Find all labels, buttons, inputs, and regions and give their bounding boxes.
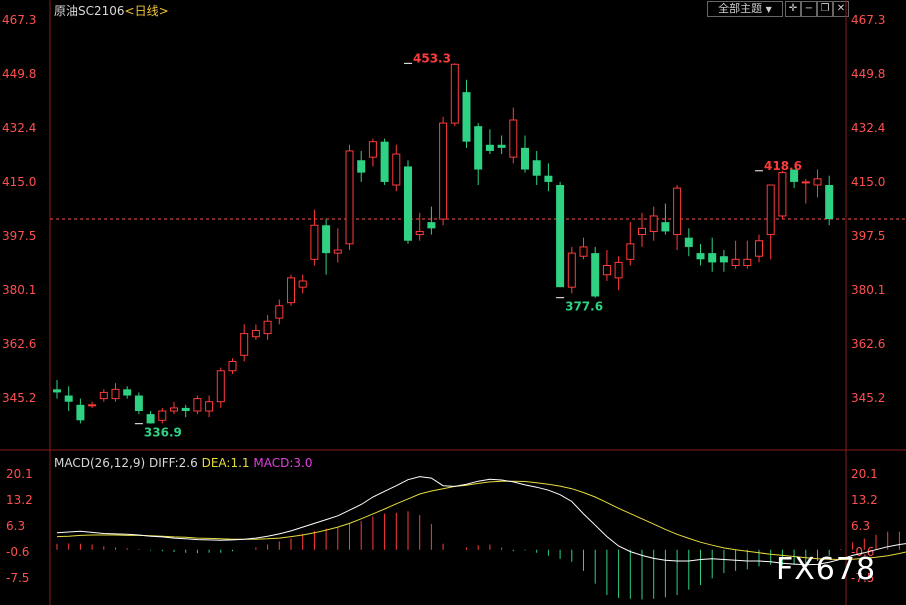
candle-down <box>497 144 506 148</box>
price-tick-label-left: 449.8 <box>2 67 36 81</box>
candle-up <box>193 398 202 412</box>
candle-down <box>474 126 483 170</box>
candle-down <box>532 160 541 176</box>
macd-tick-label-left: 13.2 <box>6 493 33 507</box>
candle-up <box>626 243 635 260</box>
candle-down <box>322 225 331 254</box>
candle-up <box>263 320 272 335</box>
candle-up <box>755 240 763 257</box>
candle-down <box>485 144 494 151</box>
watermark-logo: FX678 <box>776 552 877 587</box>
price-tick-label-right: 415.0 <box>851 175 885 189</box>
candle-down <box>696 253 705 260</box>
chart-window: { "header": { "instrument": "原油SC2106", … <box>0 0 906 605</box>
candle-down <box>544 175 553 182</box>
candle-up <box>743 258 752 266</box>
candle-up <box>368 141 377 158</box>
candle-up <box>158 410 167 421</box>
candle-down <box>661 222 670 232</box>
candle-up <box>333 249 342 254</box>
candle-up <box>649 215 658 232</box>
candle-up <box>778 172 787 217</box>
candle-down <box>462 92 471 142</box>
candle-down <box>556 185 565 288</box>
candle-up <box>509 119 518 158</box>
candle-up <box>392 153 401 186</box>
price-tick-label-right: 432.4 <box>851 121 885 135</box>
price-tick-label-right: 345.2 <box>851 391 885 405</box>
candle-up <box>673 187 682 236</box>
candle-up <box>345 150 354 245</box>
candle-up <box>99 391 108 400</box>
candle-up <box>310 224 319 260</box>
candle-up <box>88 404 97 407</box>
candle-down <box>146 414 155 424</box>
candle-down <box>181 407 190 412</box>
candle-down <box>76 404 85 421</box>
price-tick-label-left: 432.4 <box>2 121 36 135</box>
candle-up <box>170 407 178 412</box>
candle-up <box>813 178 822 186</box>
candle-down <box>404 166 412 241</box>
candle-down <box>53 389 61 393</box>
macd-tick-label-right: 6.3 <box>851 519 870 533</box>
macd-tick-label-left: 6.3 <box>6 519 25 533</box>
price-tick-label-left: 467.3 <box>2 13 36 27</box>
candle-down <box>825 185 834 220</box>
candle-up <box>638 227 646 236</box>
candle-up <box>731 258 740 266</box>
price-tick-label-left: 380.1 <box>2 283 36 297</box>
candle-up <box>240 333 249 356</box>
price-tick-label-right: 467.3 <box>851 13 885 27</box>
candle-down <box>521 147 529 170</box>
candle-up <box>275 305 284 319</box>
candle-up <box>614 261 623 279</box>
macd-tick-label-left: -0.6 <box>6 545 29 559</box>
chart-canvas[interactable]: 467.3 467.3 449.8 449.8 432.4 432.4 415.0 415.0… <box>0 0 906 605</box>
candle-down <box>708 253 717 263</box>
candle-up <box>567 252 576 288</box>
high-price-label: 418.6 <box>764 159 802 173</box>
candle-down <box>64 395 73 402</box>
candle-down <box>591 253 600 297</box>
price-tick-label-left: 362.6 <box>2 337 36 351</box>
price-tick-label-right: 362.6 <box>851 337 885 351</box>
macd-tick-label-right: 20.1 <box>851 467 878 481</box>
candle-up <box>216 370 225 403</box>
macd-tick-label-left: 20.1 <box>6 467 33 481</box>
price-tick-label-left: 415.0 <box>2 175 36 189</box>
candle-up <box>801 181 810 184</box>
candle-up <box>415 230 424 236</box>
candle-down <box>380 141 389 182</box>
candle-up <box>439 122 448 220</box>
price-tick-label-right: 380.1 <box>851 283 885 297</box>
candle-down <box>684 237 693 247</box>
price-tick-label-right: 449.8 <box>851 67 885 81</box>
candle-up <box>602 264 611 276</box>
macd-dea-line <box>56 480 906 561</box>
candle-up <box>228 360 237 372</box>
candle-up <box>287 277 295 304</box>
candle-down <box>427 222 436 229</box>
price-tick-label-right: 397.5 <box>851 229 885 243</box>
candle-up <box>251 330 260 338</box>
low-price-label: 377.6 <box>565 300 603 314</box>
candle-down <box>134 395 143 412</box>
candle-up <box>450 63 459 124</box>
candle-down <box>719 256 728 263</box>
candle-down <box>357 160 366 173</box>
candle-up <box>766 184 775 236</box>
price-tick-label-left: 345.2 <box>2 391 36 405</box>
high-price-label: 453.3 <box>413 51 451 65</box>
macd-tick-label-left: -7.5 <box>6 571 29 585</box>
candle-up <box>298 280 307 288</box>
candle-down <box>123 389 132 396</box>
price-tick-label-left: 397.5 <box>2 229 36 243</box>
candle-up <box>111 388 120 400</box>
candle-up <box>205 401 214 412</box>
candle-up <box>579 246 588 257</box>
low-price-label: 336.9 <box>144 426 182 440</box>
macd-tick-label-right: 13.2 <box>851 493 878 507</box>
